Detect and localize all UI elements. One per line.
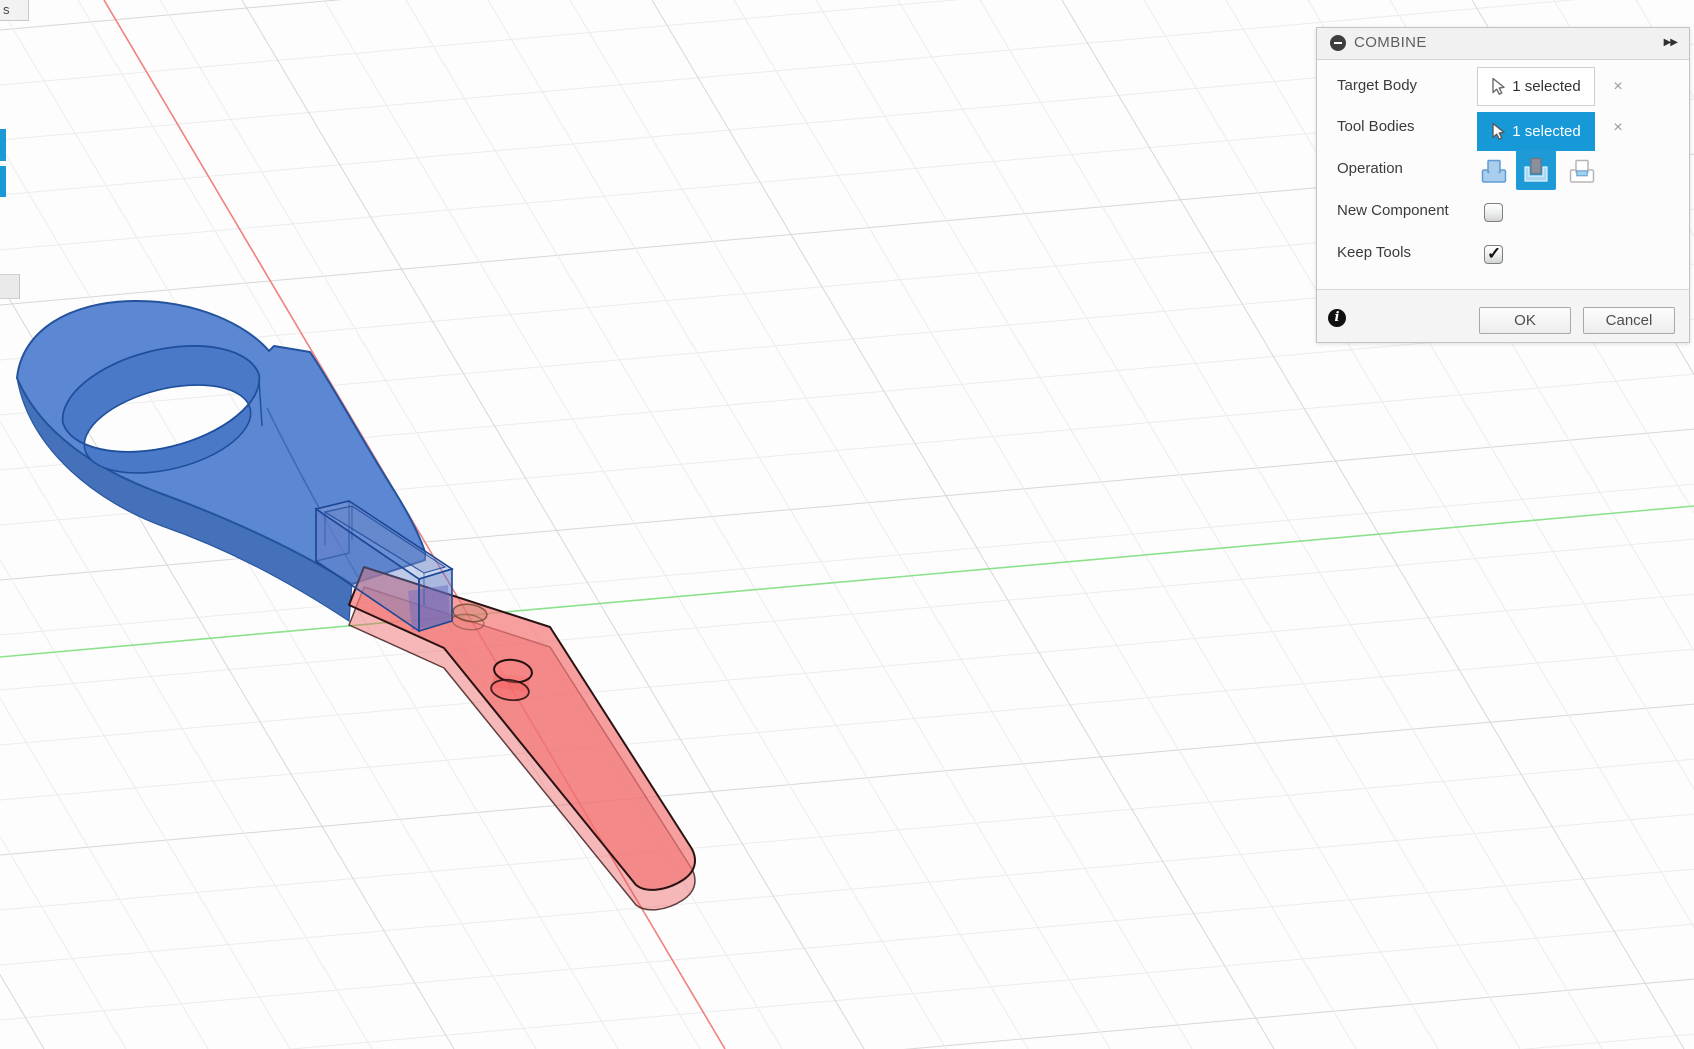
new-component-checkbox[interactable] [1484, 203, 1503, 222]
cursor-icon [1491, 78, 1506, 95]
target-body-selection-button[interactable]: 1 selected [1477, 67, 1595, 106]
keep-tools-label: Keep Tools [1337, 244, 1411, 261]
flyout-arrows-icon[interactable]: ▶▶ [1664, 28, 1677, 58]
cropped-selection-bar [0, 129, 6, 161]
new-component-label: New Component [1337, 202, 1449, 219]
tool-bodies-selection-button[interactable]: 1 selected [1477, 112, 1595, 151]
dialog-title: COMBINE [1354, 28, 1427, 58]
clear-tool-selection-icon[interactable]: × [1607, 117, 1629, 139]
dialog-header[interactable]: COMBINE ▶▶ [1317, 28, 1689, 60]
cancel-button[interactable]: Cancel [1583, 307, 1675, 334]
operation-intersect-icon[interactable] [1568, 157, 1596, 185]
target-body-selection-count: 1 selected [1512, 78, 1580, 95]
keep-tools-checkbox[interactable]: ✓ [1484, 245, 1503, 264]
combine-dialog: COMBINE ▶▶ Target Body Tool Bodies Opera… [1316, 27, 1690, 343]
tool-bodies-selection-count: 1 selected [1512, 123, 1580, 140]
tool-bodies-label: Tool Bodies [1337, 118, 1415, 135]
operation-join-icon[interactable] [1480, 157, 1508, 185]
cropped-tooltip: s [0, 0, 29, 21]
cropped-panel-fragment [0, 274, 20, 299]
dialog-footer: i OK Cancel [1317, 289, 1689, 342]
clear-target-selection-icon[interactable]: × [1607, 76, 1629, 98]
target-body-label: Target Body [1337, 77, 1417, 94]
operation-cut-icon [1522, 156, 1550, 184]
ok-button[interactable]: OK [1479, 307, 1571, 334]
cropped-selection-bar [0, 166, 6, 197]
collapse-icon[interactable] [1330, 35, 1346, 51]
operation-label: Operation [1337, 160, 1403, 177]
info-icon[interactable]: i [1328, 309, 1346, 327]
cursor-icon [1491, 123, 1506, 140]
checkmark-icon: ✓ [1487, 244, 1501, 264]
operation-cut-icon-selected[interactable] [1516, 150, 1556, 190]
